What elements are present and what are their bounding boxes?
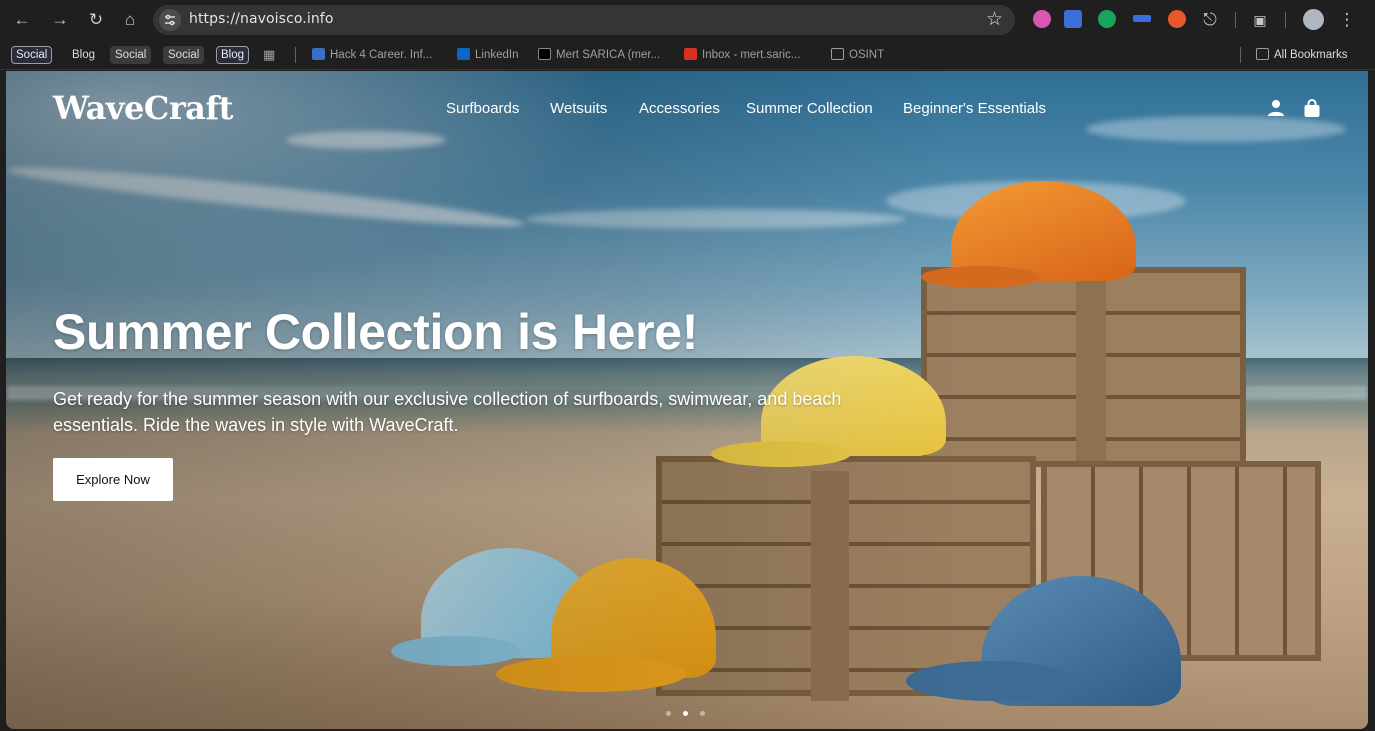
slider-dot[interactable] xyxy=(666,711,671,716)
bookmarks-divider xyxy=(1240,47,1241,63)
shopping-bag-icon[interactable] xyxy=(1303,99,1321,119)
toolbar-divider xyxy=(1235,12,1236,28)
reload-icon[interactable]: ↻ xyxy=(84,8,108,32)
grammarly-icon[interactable] xyxy=(1098,10,1116,28)
bookmark-label: Hack 4 Career. Inf... xyxy=(330,49,433,61)
folder-icon xyxy=(831,48,844,60)
nav-surfboards[interactable]: Surfboards xyxy=(446,100,519,117)
search-tabs-icon[interactable]: ▣ xyxy=(1248,8,1272,32)
address-bar[interactable]: https://navoisco.info ☆ xyxy=(153,5,1015,35)
hero-title: Summer Collection is Here! xyxy=(53,304,699,360)
apps-grid-icon[interactable]: ▦ xyxy=(263,46,275,64)
url-text[interactable]: https://navoisco.info xyxy=(189,11,334,27)
user-icon[interactable] xyxy=(1267,99,1285,119)
gmail-icon xyxy=(684,48,697,60)
bookmark-item[interactable]: Mert SARICA (mer... xyxy=(538,46,660,64)
nav-summer-collection[interactable]: Summer Collection xyxy=(746,100,873,117)
bookmark-item[interactable]: Blog xyxy=(216,46,250,64)
avatar[interactable] xyxy=(1303,9,1324,30)
bookmark-item[interactable]: Blog xyxy=(72,46,95,64)
slider-dot[interactable] xyxy=(700,711,705,716)
browser-toolbar: ← → ↻ ⌂ https://navoisco.info ☆ ⎋ ▣ ⋮ xyxy=(0,0,1375,40)
bookmarks-divider xyxy=(295,47,296,63)
menu-kebab-icon[interactable]: ⋮ xyxy=(1335,8,1359,32)
translate-extension-icon[interactable] xyxy=(1064,10,1082,28)
extension-icon[interactable] xyxy=(1133,15,1151,22)
nav-wetsuits[interactable]: Wetsuits xyxy=(550,100,607,117)
nav-beginners-essentials[interactable]: Beginner's Essentials xyxy=(903,100,1046,117)
toolbar-divider xyxy=(1285,12,1286,28)
all-bookmarks-label: All Bookmarks xyxy=(1274,49,1348,61)
bookmark-star-icon[interactable]: ☆ xyxy=(986,8,1003,32)
extension-icon[interactable] xyxy=(1033,10,1051,28)
arrow-right-icon[interactable]: → xyxy=(48,8,72,32)
arrow-left-icon[interactable]: ← xyxy=(10,8,34,32)
bookmark-item[interactable]: Social xyxy=(163,46,205,64)
extension-icon[interactable] xyxy=(1168,10,1186,28)
explore-now-button[interactable]: Explore Now xyxy=(53,458,173,501)
bookmarks-bar: Social Blog Social Social Blog ▦ Hack 4 … xyxy=(0,40,1375,70)
bookmark-item[interactable]: Social xyxy=(110,46,152,64)
bookmark-label: LinkedIn xyxy=(475,49,519,61)
bookmark-label: Mert SARICA (mer... xyxy=(556,49,661,61)
all-bookmarks[interactable]: All Bookmarks xyxy=(1256,46,1348,64)
folder-icon xyxy=(1256,48,1269,60)
slider-dot-active[interactable] xyxy=(683,711,688,716)
bookmark-item[interactable]: Inbox - mert.saric... xyxy=(684,46,800,64)
bookmark-item[interactable]: Hack 4 Career. Inf... xyxy=(312,46,432,64)
bookmark-item[interactable]: OSINT xyxy=(831,46,884,64)
puzzle-extensions-icon[interactable]: ⎋ xyxy=(1198,8,1222,32)
nav-accessories[interactable]: Accessories xyxy=(639,100,720,117)
bookmark-item[interactable]: LinkedIn xyxy=(457,46,518,64)
x-icon xyxy=(538,48,551,60)
hack4career-icon xyxy=(312,48,325,60)
home-icon[interactable]: ⌂ xyxy=(118,8,142,32)
linkedin-icon xyxy=(457,48,470,60)
site-logo[interactable]: WaveCraft xyxy=(53,89,233,127)
hero-description: Get ready for the summer season with our… xyxy=(53,389,842,435)
site-info-icon[interactable] xyxy=(159,9,181,31)
bookmark-label: OSINT xyxy=(849,49,885,61)
bookmark-item[interactable]: Social xyxy=(11,46,53,64)
bookmark-label: Inbox - mert.saric... xyxy=(702,49,801,61)
site-header: WaveCraft Surfboards Wetsuits Accessorie… xyxy=(6,71,1368,151)
page-viewport: WaveCraft Surfboards Wetsuits Accessorie… xyxy=(6,71,1368,729)
